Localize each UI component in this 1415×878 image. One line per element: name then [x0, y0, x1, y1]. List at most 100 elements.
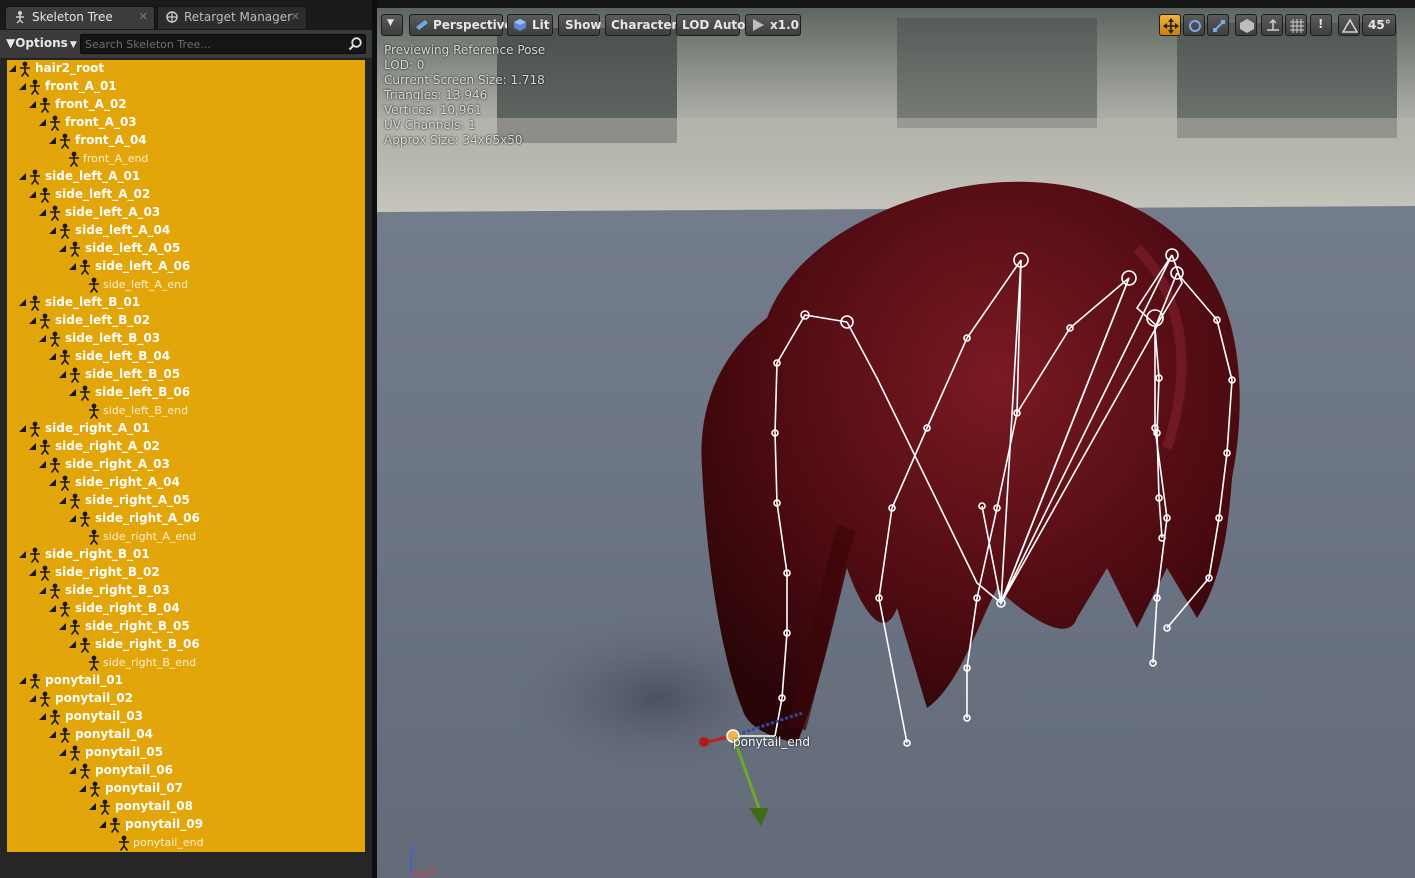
tree-row[interactable]: front_A_04 — [7, 132, 365, 150]
angle-value-button[interactable]: 45° — [1362, 14, 1396, 36]
expand-icon[interactable] — [9, 65, 16, 72]
tree-row[interactable]: ponytail_09 — [7, 816, 365, 834]
tree-row[interactable]: side_left_B_02 — [7, 312, 365, 330]
playback-speed-button[interactable]: x1.0 — [745, 14, 801, 36]
tree-row[interactable]: side_right_B_04 — [7, 600, 365, 618]
tree-row[interactable]: side_right_B_01 — [7, 546, 365, 564]
tree-row[interactable]: ponytail_03 — [7, 708, 365, 726]
expand-icon[interactable] — [39, 713, 46, 720]
tree-row[interactable]: ponytail_07 — [7, 780, 365, 798]
tree-row[interactable]: side_left_A_06 — [7, 258, 365, 276]
viewport-options-button[interactable]: ▼ — [381, 14, 403, 36]
world-local-button[interactable] — [1235, 14, 1257, 36]
expand-icon[interactable] — [69, 515, 76, 522]
tree-row[interactable]: ponytail_08 — [7, 798, 365, 816]
grid-size-button[interactable]: ! — [1310, 14, 1332, 36]
expand-icon[interactable] — [19, 299, 26, 306]
character-button[interactable]: Character — [605, 14, 677, 36]
tree-row[interactable]: side_right_A_02 — [7, 438, 365, 456]
tree-row[interactable]: side_right_A_04 — [7, 474, 365, 492]
tree-row[interactable]: side_right_A_end — [7, 528, 365, 546]
tree-row[interactable]: side_right_B_06 — [7, 636, 365, 654]
tree-row[interactable]: side_right_B_05 — [7, 618, 365, 636]
tree-row[interactable]: side_right_A_06 — [7, 510, 365, 528]
expand-icon[interactable] — [69, 767, 76, 774]
tree-row[interactable]: ponytail_01 — [7, 672, 365, 690]
tab-retarget-manager[interactable]: Retarget Manager ✕ — [157, 6, 307, 29]
expand-icon[interactable] — [49, 227, 56, 234]
tree-row[interactable]: side_left_B_05 — [7, 366, 365, 384]
expand-icon[interactable] — [99, 821, 106, 828]
lod-button[interactable]: LOD Auto — [676, 14, 745, 36]
close-icon[interactable]: ✕ — [291, 10, 300, 23]
expand-icon[interactable] — [59, 245, 66, 252]
expand-icon[interactable] — [49, 731, 56, 738]
expand-icon[interactable] — [39, 209, 46, 216]
show-button[interactable]: Show — [558, 14, 602, 36]
expand-icon[interactable] — [29, 191, 36, 198]
expand-icon[interactable] — [19, 425, 26, 432]
tree-row[interactable]: side_left_B_01 — [7, 294, 365, 312]
expand-icon[interactable] — [59, 623, 66, 630]
expand-icon[interactable] — [59, 749, 66, 756]
expand-icon[interactable] — [69, 389, 76, 396]
tree-row[interactable]: side_left_B_03 — [7, 330, 365, 348]
tree-row[interactable]: side_left_A_end — [7, 276, 365, 294]
close-icon[interactable]: ✕ — [139, 10, 148, 23]
tree-row[interactable]: side_left_A_02 — [7, 186, 365, 204]
tree-row[interactable]: side_right_B_03 — [7, 582, 365, 600]
expand-icon[interactable] — [49, 353, 56, 360]
tree-row[interactable]: hair2_root — [7, 60, 365, 78]
tree-row[interactable]: side_left_B_end — [7, 402, 365, 420]
expand-icon[interactable] — [19, 83, 26, 90]
angle-snap-button[interactable] — [1338, 14, 1360, 36]
tree-row[interactable]: ponytail_04 — [7, 726, 365, 744]
expand-icon[interactable] — [39, 461, 46, 468]
tree-row[interactable]: front_A_02 — [7, 96, 365, 114]
expand-icon[interactable] — [69, 641, 76, 648]
search-icon[interactable] — [347, 36, 363, 52]
expand-icon[interactable] — [89, 803, 96, 810]
scale-mode-button[interactable] — [1207, 14, 1229, 36]
tree-row[interactable]: ponytail_02 — [7, 690, 365, 708]
tree-row[interactable]: side_left_A_04 — [7, 222, 365, 240]
expand-icon[interactable] — [19, 551, 26, 558]
expand-icon[interactable] — [39, 335, 46, 342]
search-input[interactable] — [85, 37, 340, 51]
tree-row[interactable]: side_left_A_01 — [7, 168, 365, 186]
tree-row[interactable]: front_A_01 — [7, 78, 365, 96]
rotate-mode-button[interactable] — [1183, 14, 1205, 36]
grid-snap-button[interactable] — [1285, 14, 1307, 36]
tree-row[interactable]: side_right_A_05 — [7, 492, 365, 510]
expand-icon[interactable] — [49, 479, 56, 486]
tree-row[interactable]: ponytail_06 — [7, 762, 365, 780]
tree-row[interactable]: side_left_A_03 — [7, 204, 365, 222]
perspective-button[interactable]: Perspective — [409, 14, 513, 36]
tree-row[interactable]: side_right_B_end — [7, 654, 365, 672]
tree-row[interactable]: ponytail_05 — [7, 744, 365, 762]
tree-row[interactable]: side_right_B_02 — [7, 564, 365, 582]
tree-row[interactable]: ponytail_end — [7, 834, 365, 852]
lit-button[interactable]: Lit — [507, 14, 553, 36]
expand-icon[interactable] — [59, 371, 66, 378]
tree-row[interactable]: side_left_B_06 — [7, 384, 365, 402]
expand-icon[interactable] — [29, 101, 36, 108]
tree-row[interactable]: side_left_B_04 — [7, 348, 365, 366]
expand-icon[interactable] — [29, 443, 36, 450]
tree-row[interactable]: front_A_03 — [7, 114, 365, 132]
expand-icon[interactable] — [49, 605, 56, 612]
tree-row[interactable]: side_right_A_01 — [7, 420, 365, 438]
tree-row[interactable]: side_left_A_05 — [7, 240, 365, 258]
expand-icon[interactable] — [79, 785, 86, 792]
tree-row[interactable]: front_A_end — [7, 150, 365, 168]
translate-mode-button[interactable] — [1159, 14, 1181, 36]
options-dropdown[interactable]: ▼Options ▼ — [6, 36, 77, 50]
expand-icon[interactable] — [39, 119, 46, 126]
expand-icon[interactable] — [19, 173, 26, 180]
expand-icon[interactable] — [19, 677, 26, 684]
expand-icon[interactable] — [59, 497, 66, 504]
expand-icon[interactable] — [69, 263, 76, 270]
tab-skeleton-tree[interactable]: Skeleton Tree ✕ — [5, 6, 155, 29]
expand-icon[interactable] — [49, 137, 56, 144]
expand-icon[interactable] — [39, 587, 46, 594]
